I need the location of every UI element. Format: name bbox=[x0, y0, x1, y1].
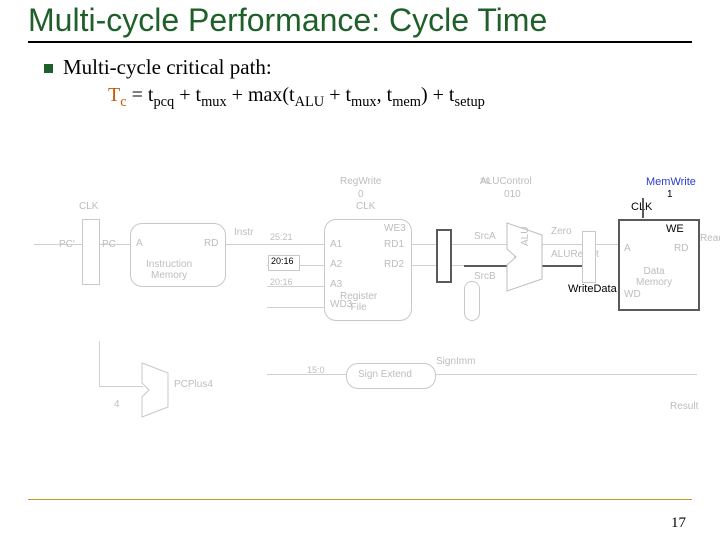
rf-rd2-label: RD2 bbox=[384, 259, 404, 270]
rf-name: Register File bbox=[340, 291, 377, 313]
critical-path-formula: Tc = tpcq + tmux + max(tALU + tmux, tmem… bbox=[108, 84, 692, 111]
rf-a3-label: A3 bbox=[330, 279, 342, 290]
memwrite-label: MemWrite bbox=[646, 176, 696, 188]
pc-in-label: PC' bbox=[59, 239, 75, 250]
regwrite-label: RegWrite bbox=[340, 176, 382, 187]
rf-a1-label: A1 bbox=[330, 239, 342, 250]
formula-Tc: Tc bbox=[108, 84, 127, 106]
regwrite-val: 0 bbox=[358, 189, 364, 200]
clk-wire bbox=[642, 198, 644, 218]
footer-rule bbox=[28, 499, 692, 500]
sign-extend-label: Sign Extend bbox=[358, 369, 412, 380]
bits-20-16: 20:16 bbox=[271, 256, 294, 266]
instr-label: Instr bbox=[234, 227, 253, 238]
datapath-diagram: CLK PC' PC A RD Instruction Memory Instr… bbox=[34, 131, 686, 421]
dm-name: Data Memory bbox=[636, 266, 672, 288]
rf-a2-label: A2 bbox=[330, 259, 342, 270]
const-4: 4 bbox=[114, 399, 120, 410]
pc-register bbox=[82, 219, 100, 285]
pcplus4-adder bbox=[142, 363, 168, 417]
bits-25-21: 25:21 bbox=[270, 232, 293, 242]
im-a-label: A bbox=[136, 238, 143, 249]
im-name: Instruction Memory bbox=[146, 259, 192, 281]
wire bbox=[99, 341, 100, 386]
readdata-label: ReadData bbox=[700, 233, 720, 244]
alu-label: ALU bbox=[520, 226, 531, 245]
pipe-reg-alu bbox=[582, 231, 596, 283]
signimm-label: SignImm bbox=[436, 356, 475, 367]
im-rd-label: RD bbox=[204, 238, 218, 249]
clk-label-2: CLK bbox=[356, 201, 375, 212]
dm-rd-label: RD bbox=[674, 243, 688, 254]
slide-title: Multi-cycle Performance: Cycle Time bbox=[28, 0, 692, 39]
page-number: 17 bbox=[671, 515, 686, 532]
alucontrol-val: 010 bbox=[504, 189, 521, 200]
srcB-label: SrcB bbox=[474, 271, 496, 282]
dm-wd-label: WD bbox=[624, 289, 641, 300]
zero-label: Zero bbox=[551, 226, 572, 237]
rf-rd1-label: RD1 bbox=[384, 239, 404, 250]
dm-a-label: A bbox=[624, 243, 631, 254]
dm-we-label: WE bbox=[666, 223, 684, 235]
writedata-label: WriteData bbox=[568, 283, 617, 295]
memwrite-val: 1 bbox=[667, 189, 673, 200]
title-rule bbox=[28, 41, 692, 43]
bullet-1: Multi-cycle critical path: bbox=[44, 55, 692, 80]
bullet-1-text: Multi-cycle critical path: bbox=[63, 55, 272, 80]
srcB-mux bbox=[464, 281, 480, 321]
rf-we3-label: WE3 bbox=[384, 223, 406, 234]
result-label: Result bbox=[670, 401, 698, 412]
pcplus4-label: PCPlus4 bbox=[174, 379, 213, 390]
bullet-square-icon bbox=[44, 64, 53, 73]
clk-label: CLK bbox=[79, 201, 98, 212]
pc-out-label: PC bbox=[102, 239, 116, 250]
bits-15-0: 15:0 bbox=[307, 365, 325, 375]
bits-20-16b: 20:16 bbox=[270, 277, 293, 287]
wire bbox=[267, 374, 697, 375]
wire bbox=[99, 386, 143, 387]
srcA-label: SrcA bbox=[474, 231, 496, 242]
pipe-reg-ab bbox=[436, 229, 452, 283]
